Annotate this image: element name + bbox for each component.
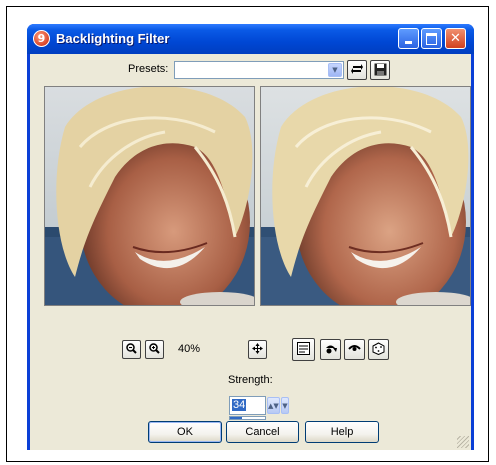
strength-label: Strength: bbox=[228, 374, 273, 386]
maximize-button[interactable] bbox=[421, 28, 442, 49]
zoom-out-button[interactable] bbox=[122, 340, 141, 359]
navigate-icon bbox=[252, 343, 263, 356]
presets-dropdown[interactable]: ▼ bbox=[174, 61, 344, 79]
help-button[interactable]: Help bbox=[305, 421, 379, 443]
chevron-down-icon[interactable]: ▼ bbox=[280, 397, 289, 414]
proof-button[interactable] bbox=[292, 338, 315, 361]
close-icon: ✕ bbox=[450, 31, 461, 46]
randomize-eye-icon bbox=[348, 342, 361, 357]
app-icon: 9 bbox=[33, 30, 50, 47]
zoom-out-icon bbox=[126, 343, 137, 356]
strength-spinner[interactable]: 34 ▲▼ ▼ bbox=[229, 396, 289, 420]
randomize-icon bbox=[372, 342, 385, 357]
reset-button[interactable] bbox=[320, 339, 341, 360]
zoom-in-icon bbox=[149, 343, 160, 356]
save-preset-button[interactable] bbox=[370, 60, 390, 80]
save-preset-icon bbox=[374, 63, 387, 78]
strength-slider-track[interactable] bbox=[229, 416, 266, 420]
proof-icon bbox=[297, 342, 310, 357]
zoom-level: 40% bbox=[178, 343, 201, 355]
minimize-button[interactable] bbox=[398, 28, 419, 49]
ok-button[interactable]: OK bbox=[148, 421, 222, 443]
cancel-button[interactable]: Cancel bbox=[226, 421, 299, 443]
title-bar[interactable]: 9 Backlighting Filter ✕ bbox=[27, 24, 474, 54]
randomize-eye-button[interactable] bbox=[344, 339, 365, 360]
strength-slider-fill bbox=[230, 417, 242, 419]
randomize-button[interactable] bbox=[368, 339, 389, 360]
original-preview[interactable] bbox=[44, 86, 255, 306]
maximize-icon bbox=[426, 32, 437, 45]
load-preset-button[interactable] bbox=[347, 60, 367, 80]
zoom-in-button[interactable] bbox=[145, 340, 164, 359]
close-button[interactable]: ✕ bbox=[445, 28, 466, 49]
spin-updown-icon[interactable]: ▲▼ bbox=[267, 397, 280, 414]
strength-input[interactable]: 34 bbox=[229, 396, 266, 415]
dialog-window: 9 Backlighting Filter ✕ Presets: ▼ 40% S… bbox=[27, 24, 474, 450]
minimize-icon bbox=[405, 40, 412, 44]
chevron-down-icon[interactable]: ▼ bbox=[328, 63, 342, 77]
presets-label: Presets: bbox=[128, 63, 169, 75]
navigate-button[interactable] bbox=[248, 340, 267, 359]
reset-icon bbox=[324, 342, 337, 357]
resize-grip[interactable] bbox=[457, 436, 469, 448]
dialog-client-area: Presets: ▼ 40% Strength: 34 ▲▼ ▼ OK Canc… bbox=[30, 54, 471, 450]
window-title: Backlighting Filter bbox=[56, 31, 170, 46]
strength-spin-arrows[interactable]: ▲▼ ▼ bbox=[267, 397, 289, 414]
load-preset-icon bbox=[350, 62, 364, 78]
strength-value: 34 bbox=[232, 399, 247, 411]
filtered-preview[interactable] bbox=[260, 86, 471, 306]
